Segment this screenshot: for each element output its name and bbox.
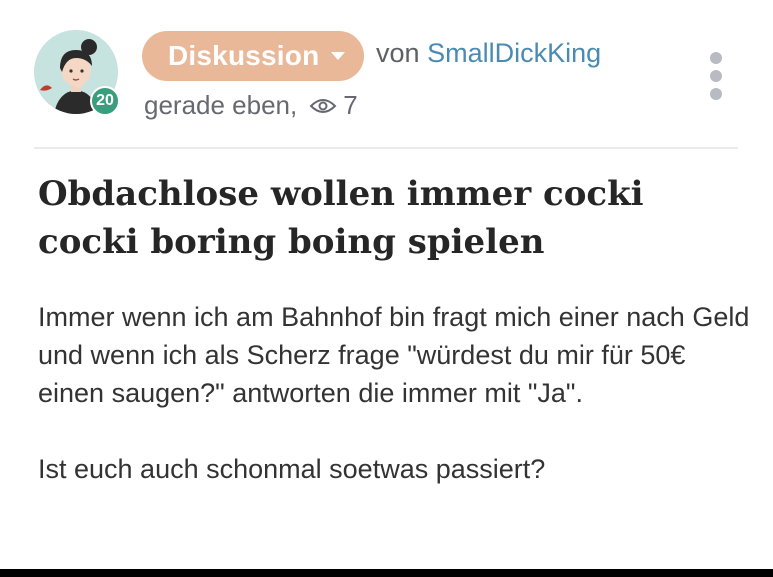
avatar[interactable]: 20	[34, 30, 122, 118]
post-card: 20 Diskussion von SmallDickKing gerade e…	[0, 0, 773, 577]
bottom-bar	[0, 569, 773, 577]
post-body: Immer wenn ich am Bahnhof bin fragt mich…	[38, 298, 758, 488]
topic-dropdown-button[interactable]: Diskussion	[142, 31, 364, 81]
caret-down-icon	[331, 52, 346, 60]
post-time: gerade eben,	[144, 90, 298, 120]
post-title: Obdachlose wollen immer cocki cocki bori…	[38, 174, 644, 262]
divider	[34, 147, 738, 149]
topic-label: Diskussion	[168, 40, 320, 71]
eye-icon	[309, 96, 337, 116]
byline: von SmallDickKing	[376, 38, 601, 69]
view-count: 7	[343, 90, 358, 120]
post-paragraph: Immer wenn ich am Bahnhof bin fragt mich…	[38, 302, 750, 408]
post-meta: gerade eben, 7	[144, 90, 358, 121]
author-link[interactable]: SmallDickKing	[427, 38, 601, 68]
level-badge: 20	[90, 86, 120, 116]
by-prefix: von	[376, 38, 420, 68]
vertical-dots-icon[interactable]	[704, 52, 728, 100]
post-paragraph: Ist euch auch schonmal soetwas passiert?	[38, 454, 546, 484]
